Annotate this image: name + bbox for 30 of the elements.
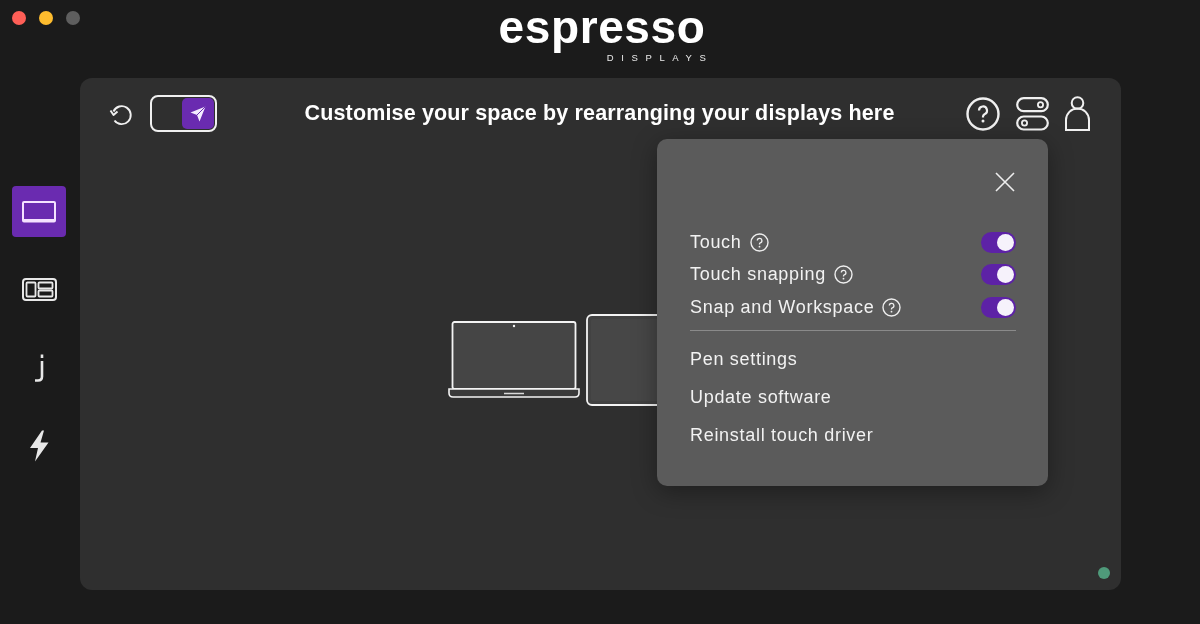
hook-icon [33, 353, 45, 382]
setting-label: Touch snapping [690, 264, 826, 286]
menu-link[interactable]: Reinstall touch driver [690, 415, 874, 454]
help-icon[interactable] [749, 232, 769, 252]
menu-link[interactable]: Update software [690, 377, 832, 416]
setting-label: Touch [690, 231, 742, 253]
page-title: Customise your space by rearranging your displays here [304, 101, 895, 126]
status-dot-icon [1098, 567, 1110, 579]
help-icon[interactable] [833, 265, 853, 285]
close-button[interactable] [995, 172, 1015, 192]
toggle-switch[interactable] [981, 231, 1016, 253]
close-window-icon[interactable] [12, 11, 26, 25]
user-icon[interactable] [1065, 96, 1090, 131]
minimize-window-icon[interactable] [39, 11, 53, 25]
mode-toggle[interactable] [150, 95, 217, 132]
logo-subtitle: DISPLAYS [606, 53, 714, 62]
help-icon[interactable] [966, 96, 1000, 131]
toggle-switch[interactable] [981, 296, 1016, 318]
paper-plane-icon [190, 105, 206, 122]
screen-icon [22, 200, 56, 223]
close-icon [995, 172, 1015, 192]
help-icon[interactable] [882, 297, 902, 317]
menu-link[interactable]: Pen settings [690, 339, 798, 378]
toggles-icon[interactable] [1016, 96, 1049, 131]
sidebar-item[interactable] [12, 186, 66, 237]
setting-label: Snap and Workspace [690, 296, 875, 318]
layout-icon [21, 278, 57, 301]
lightning-icon [28, 429, 50, 462]
logo-wordmark: espresso [498, 1, 706, 53]
toggle-switch[interactable] [981, 264, 1016, 286]
